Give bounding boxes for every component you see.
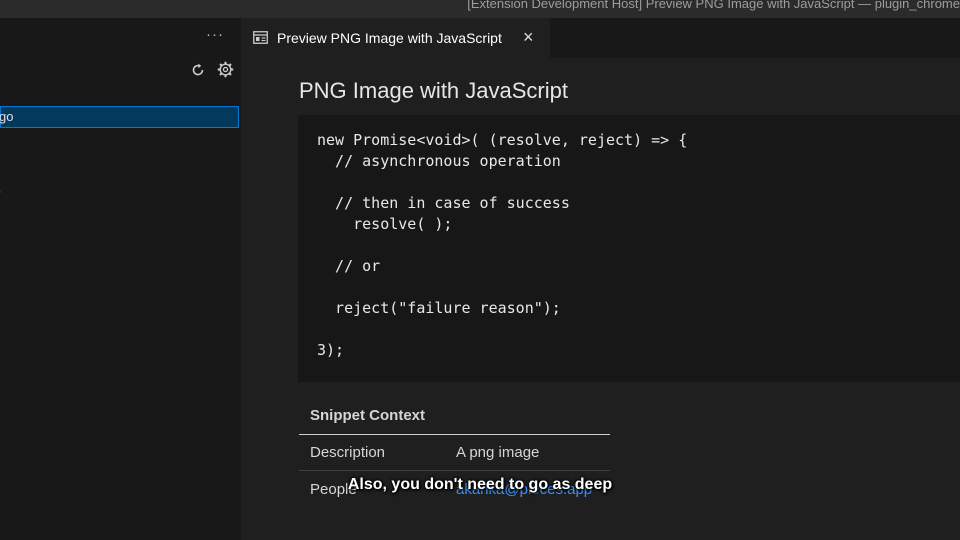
window-titlebar: [Extension Development Host] Preview PNG… <box>0 0 960 18</box>
more-actions-button[interactable]: ··· <box>206 26 224 43</box>
preview-icon <box>253 31 268 44</box>
gear-icon[interactable] <box>217 61 234 78</box>
context-description-label: Description <box>310 444 386 461</box>
tab-label: Preview PNG Image with JavaScript <box>277 30 502 46</box>
sidebar-selected-item[interactable]: go <box>0 106 239 128</box>
tab-preview[interactable]: Preview PNG Image with JavaScript × <box>241 18 550 58</box>
code-text: new Promise<void>( (resolve, reject) => … <box>317 131 688 359</box>
divider <box>299 434 610 435</box>
page-title: PNG Image with JavaScript <box>299 78 568 103</box>
sidebar: ··· go · <box>0 18 242 540</box>
window-title: [Extension Development Host] Preview PNG… <box>467 0 960 11</box>
refresh-icon[interactable] <box>190 62 206 78</box>
context-description-value: A png image <box>456 444 540 461</box>
preview-panel: PNG Image with JavaScript new Promise<vo… <box>241 58 960 540</box>
sidebar-item-label: go <box>0 109 14 124</box>
sidebar-partial-item: · <box>0 186 2 198</box>
divider <box>299 470 610 471</box>
editor-tab-bar: Preview PNG Image with JavaScript × <box>241 18 960 58</box>
video-caption: Also, you don't need to go as deep <box>347 476 613 493</box>
code-block: new Promise<void>( (resolve, reject) => … <box>298 115 960 382</box>
close-icon[interactable]: × <box>523 27 534 47</box>
snippet-context-title: Snippet Context <box>310 407 425 424</box>
